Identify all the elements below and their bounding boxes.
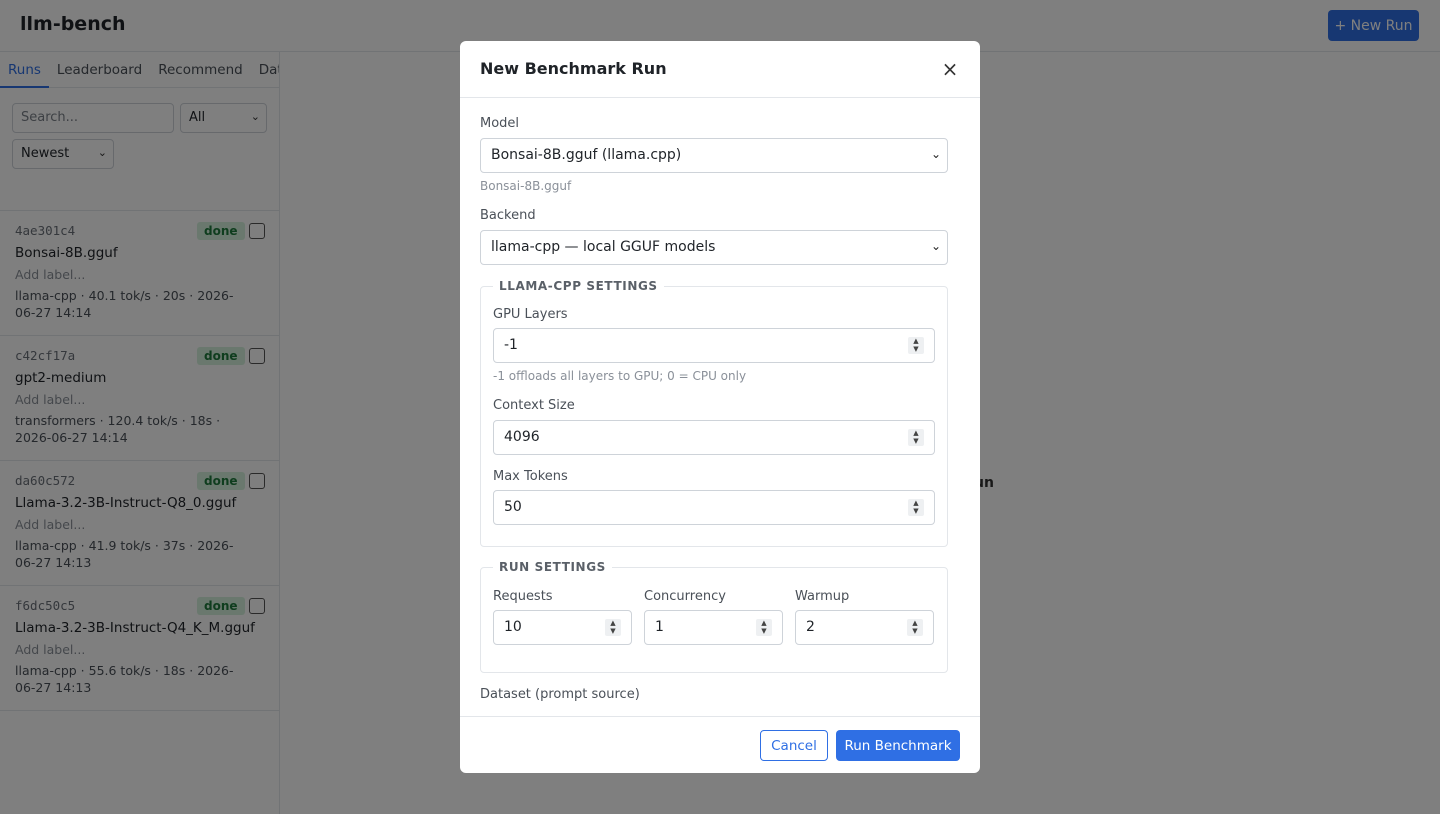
warmup-label: Warmup: [795, 589, 850, 604]
llama-cpp-settings: LLAMA-CPP SETTINGS GPU Layers -1 ▲ ▼ -1 o…: [480, 279, 948, 547]
run-benchmark-button[interactable]: Run Benchmark: [836, 730, 960, 761]
context-size-value: 4096: [504, 429, 540, 445]
run-settings: RUN SETTINGS Requests 10 ▲ ▼ Concurrency …: [480, 560, 948, 673]
model-select[interactable]: Bonsai-8B.gguf (llama.cpp) ⌄: [480, 138, 948, 173]
model-select-value: Bonsai-8B.gguf (llama.cpp): [491, 147, 682, 163]
max-tokens-value: 50: [504, 499, 522, 515]
warmup-input[interactable]: 2 ▲ ▼: [795, 610, 934, 645]
new-run-modal: New Benchmark Run × Model Bonsai-8B.gguf…: [460, 41, 980, 773]
context-size-label: Context Size: [493, 398, 575, 413]
gpu-layers-value: -1: [504, 337, 518, 353]
number-spinner-icon[interactable]: ▲ ▼: [908, 337, 924, 354]
warmup-value: 2: [806, 619, 815, 635]
chevron-down-icon: ⌄: [930, 239, 941, 253]
number-spinner-icon[interactable]: ▲ ▼: [908, 499, 924, 516]
llama-cpp-settings-legend: LLAMA-CPP SETTINGS: [499, 279, 658, 293]
modal-header: New Benchmark Run ×: [460, 41, 980, 98]
requests-input[interactable]: 10 ▲ ▼: [493, 610, 632, 645]
concurrency-label: Concurrency: [644, 589, 726, 604]
dataset-label: Dataset (prompt source): [480, 687, 640, 702]
modal-title: New Benchmark Run: [480, 59, 667, 78]
gpu-layers-input[interactable]: -1 ▲ ▼: [493, 328, 935, 363]
chevron-down-icon: ⌄: [930, 147, 941, 161]
backend-label: Backend: [480, 208, 536, 223]
requests-label: Requests: [493, 589, 553, 604]
close-icon[interactable]: ×: [940, 57, 960, 81]
cancel-button[interactable]: Cancel: [760, 730, 828, 761]
model-label: Model: [480, 116, 520, 131]
backend-select[interactable]: llama-cpp — local GGUF models ⌄: [480, 230, 948, 265]
number-spinner-icon[interactable]: ▲ ▼: [907, 619, 923, 636]
modal-body: Model Bonsai-8B.gguf (llama.cpp) ⌄ Bonsa…: [460, 99, 980, 716]
concurrency-input[interactable]: 1 ▲ ▼: [644, 610, 783, 645]
modal-footer: Cancel Run Benchmark: [460, 716, 980, 773]
run-settings-legend: RUN SETTINGS: [499, 560, 606, 574]
model-hint: Bonsai-8B.gguf: [480, 179, 572, 193]
max-tokens-label: Max Tokens: [493, 469, 568, 484]
requests-value: 10: [504, 619, 522, 635]
number-spinner-icon[interactable]: ▲ ▼: [756, 619, 772, 636]
backend-select-value: llama-cpp — local GGUF models: [491, 239, 716, 255]
gpu-layers-hint: -1 offloads all layers to GPU; 0 = CPU o…: [493, 369, 747, 383]
context-size-input[interactable]: 4096 ▲ ▼: [493, 420, 935, 455]
number-spinner-icon[interactable]: ▲ ▼: [605, 619, 621, 636]
number-spinner-icon[interactable]: ▲ ▼: [908, 429, 924, 446]
gpu-layers-label: GPU Layers: [493, 307, 568, 322]
max-tokens-input[interactable]: 50 ▲ ▼: [493, 490, 935, 525]
concurrency-value: 1: [655, 619, 664, 635]
